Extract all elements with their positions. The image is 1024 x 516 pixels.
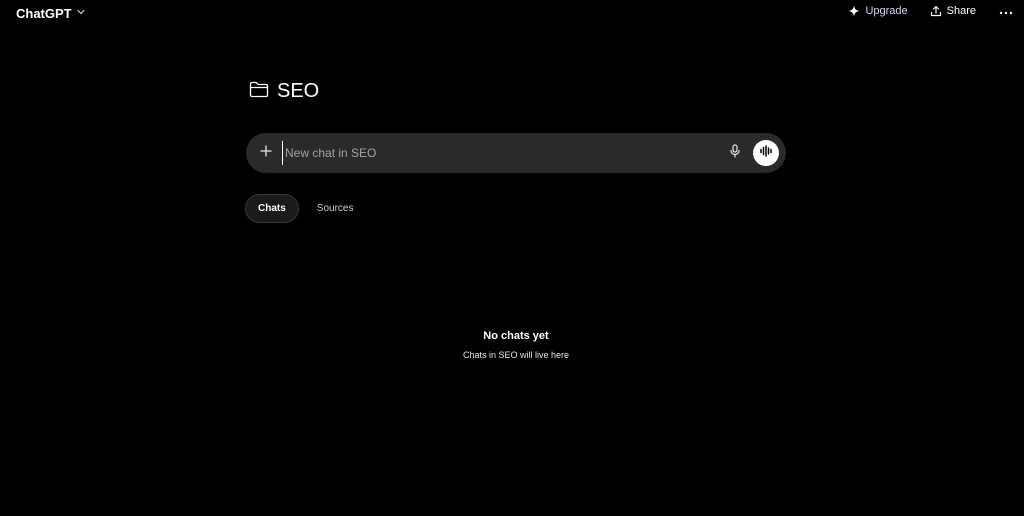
empty-state: No chats yet Chats in SEO will live here xyxy=(0,330,1024,360)
model-switcher[interactable]: ChatGPT xyxy=(16,4,86,22)
empty-state-title: No chats yet xyxy=(483,330,549,342)
upgrade-label: Upgrade xyxy=(865,5,908,17)
model-name: ChatGPT xyxy=(16,5,72,21)
project-tabs: Chats Sources xyxy=(245,194,365,223)
folder-icon xyxy=(249,81,269,103)
more-icon xyxy=(999,2,1013,20)
voice-mode-icon xyxy=(759,144,773,162)
voice-mode-button[interactable] xyxy=(753,140,779,166)
chevron-down-icon xyxy=(76,4,86,22)
tab-sources[interactable]: Sources xyxy=(305,194,366,223)
composer xyxy=(246,133,786,173)
tab-chats[interactable]: Chats xyxy=(245,194,299,223)
project-header: SEO xyxy=(249,80,319,103)
more-options-button[interactable] xyxy=(998,3,1014,19)
share-button[interactable]: Share xyxy=(930,5,976,17)
plus-icon xyxy=(260,144,272,162)
mic-icon xyxy=(729,143,741,163)
share-label: Share xyxy=(946,5,976,17)
project-title: SEO xyxy=(277,80,320,102)
dictate-button[interactable] xyxy=(725,143,745,163)
empty-state-subtitle: Chats in SEO will live here xyxy=(462,350,570,360)
sparkle-icon xyxy=(848,5,860,17)
top-bar: ChatGPT Upgrade Share xyxy=(0,0,1024,24)
chat-input[interactable] xyxy=(282,141,725,165)
upgrade-button[interactable]: Upgrade xyxy=(848,5,908,17)
share-icon xyxy=(930,5,942,17)
add-attachment-button[interactable] xyxy=(256,143,276,163)
